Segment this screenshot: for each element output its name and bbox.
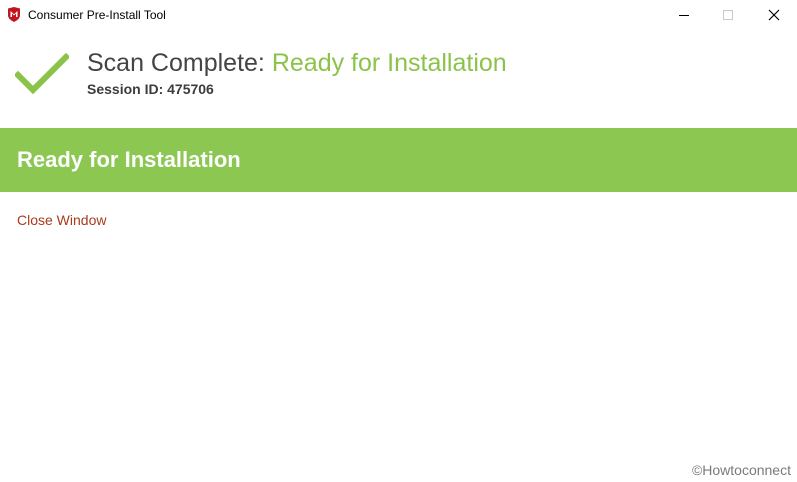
scan-heading: Scan Complete: Ready for Installation: [87, 47, 507, 79]
maximize-button[interactable]: [705, 0, 751, 30]
scan-label: Scan Complete:: [87, 49, 272, 77]
title-bar[interactable]: Consumer Pre-Install Tool: [0, 0, 797, 30]
banner-title: Ready for Installation: [17, 147, 241, 172]
app-window: Consumer Pre-Install Tool Scan Complete:…: [0, 0, 797, 482]
close-window-link[interactable]: Close Window: [17, 212, 106, 228]
mcafee-shield-icon: [8, 7, 20, 22]
maximize-icon: [723, 10, 733, 20]
session-id: Session ID: 475706: [87, 81, 214, 97]
close-icon: [768, 9, 780, 21]
close-button[interactable]: [751, 0, 797, 30]
scan-status: Ready for Installation: [271, 49, 507, 77]
minimize-button[interactable]: [661, 0, 707, 30]
window-title: Consumer Pre-Install Tool: [28, 8, 166, 22]
status-banner: Ready for Installation: [0, 128, 797, 192]
checkmark-icon: [15, 53, 69, 95]
minimize-icon: [679, 15, 689, 16]
watermark: ©Howtoconnect: [691, 462, 791, 478]
